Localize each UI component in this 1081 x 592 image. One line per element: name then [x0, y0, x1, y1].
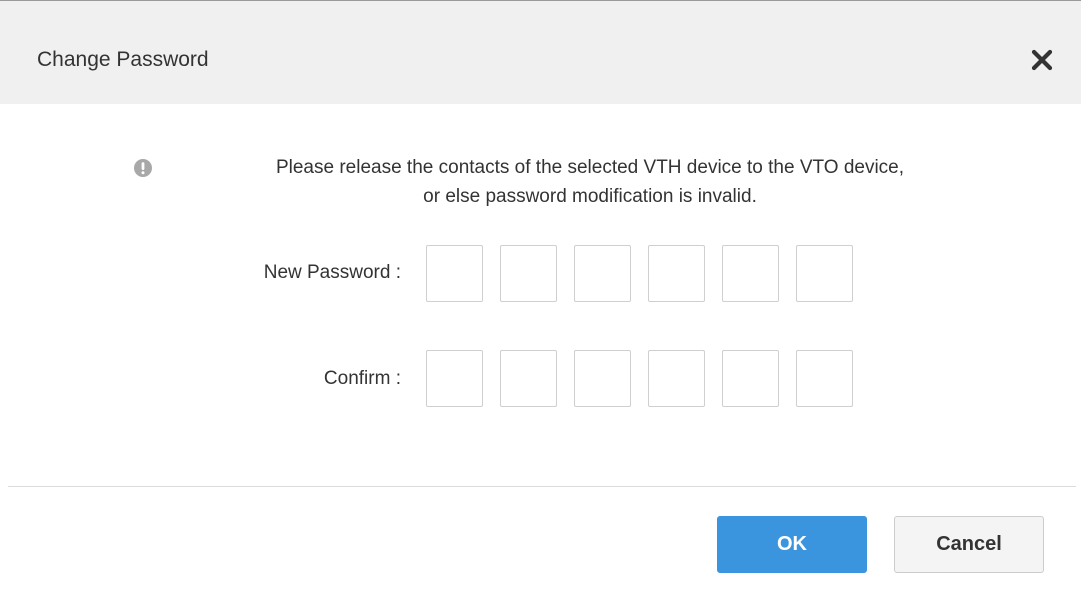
new-password-digit-1[interactable]	[426, 245, 483, 302]
new-password-digit-6[interactable]	[796, 245, 853, 302]
new-password-digit-3[interactable]	[574, 245, 631, 302]
close-button[interactable]	[1027, 45, 1057, 75]
confirm-digit-2[interactable]	[500, 350, 557, 407]
confirm-digit-6[interactable]	[796, 350, 853, 407]
dialog-title: Change Password	[37, 48, 209, 71]
confirm-digit-4[interactable]	[648, 350, 705, 407]
new-password-digit-4[interactable]	[648, 245, 705, 302]
notice-line-1: Please release the contacts of the selec…	[275, 157, 905, 178]
confirm-digit-5[interactable]	[722, 350, 779, 407]
cancel-button[interactable]: Cancel	[894, 516, 1044, 573]
notice-line-2: or else password modification is invalid…	[423, 186, 757, 207]
ok-button[interactable]: OK	[717, 516, 867, 573]
notice-text: Please release the contacts of the selec…	[160, 153, 1020, 211]
confirm-digit-3[interactable]	[574, 350, 631, 407]
new-password-digit-2[interactable]	[500, 245, 557, 302]
dialog-header: Change Password	[0, 1, 1081, 104]
exclamation-circle-icon	[134, 159, 152, 177]
confirm-label: Confirm :	[323, 368, 401, 389]
footer-divider	[8, 486, 1076, 487]
new-password-digit-5[interactable]	[722, 245, 779, 302]
change-password-dialog: Change Password Please release the conta…	[0, 0, 1081, 592]
close-x-icon	[1031, 49, 1053, 71]
confirm-digit-1[interactable]	[426, 350, 483, 407]
new-password-label: New Password :	[263, 262, 401, 283]
